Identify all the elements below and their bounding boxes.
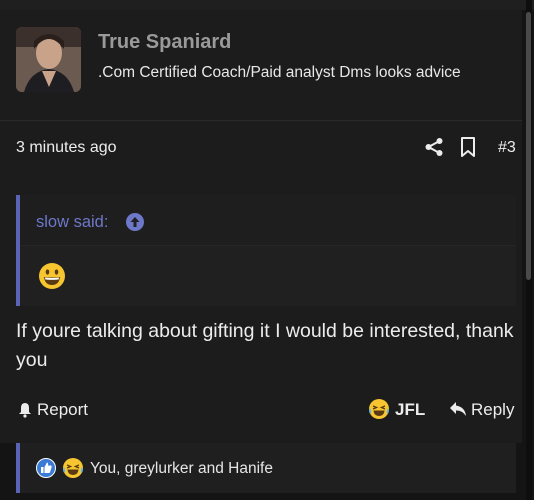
- post-number[interactable]: #3: [498, 139, 516, 157]
- top-bar: [0, 0, 534, 10]
- post-meta: 3 minutes ago #3: [0, 121, 522, 173]
- reactions-text[interactable]: You, greylurker and Hanife: [90, 460, 273, 478]
- avatar[interactable]: [16, 27, 81, 92]
- reply-arrow-icon: [450, 402, 466, 416]
- share-icon[interactable]: [424, 137, 444, 157]
- grinning-emoji-icon: [39, 263, 65, 289]
- arrow-up-circle-icon[interactable]: [126, 213, 144, 231]
- bookmark-icon[interactable]: [460, 137, 476, 157]
- scrollbar[interactable]: [526, 0, 532, 500]
- laughing-emoji-icon: [369, 399, 389, 419]
- reaction-label: JFL: [395, 400, 426, 419]
- quote-header: slow said:: [20, 195, 516, 246]
- report-label: Report: [37, 400, 89, 419]
- scrollbar-thumb[interactable]: [526, 12, 531, 280]
- quote-block: slow said:: [16, 195, 516, 306]
- quote-author[interactable]: slow said:: [36, 213, 108, 232]
- post-actions: Report JFL Reply: [0, 393, 522, 427]
- like-icon: [36, 458, 56, 478]
- author-name[interactable]: True Spaniard: [98, 31, 231, 54]
- post-header: True Spaniard .Com Certified Coach/Paid …: [0, 10, 522, 121]
- reply-label: Reply: [471, 400, 515, 419]
- flag-icon: [19, 403, 31, 418]
- laughing-emoji-icon: [63, 458, 83, 478]
- reactions-bar[interactable]: You, greylurker and Hanife: [16, 443, 516, 493]
- post-timestamp[interactable]: 3 minutes ago: [16, 139, 117, 157]
- author-title: .Com Certified Coach/Paid analyst Dms lo…: [98, 64, 461, 81]
- post-message: If youre talking about gifting it I woul…: [16, 320, 514, 371]
